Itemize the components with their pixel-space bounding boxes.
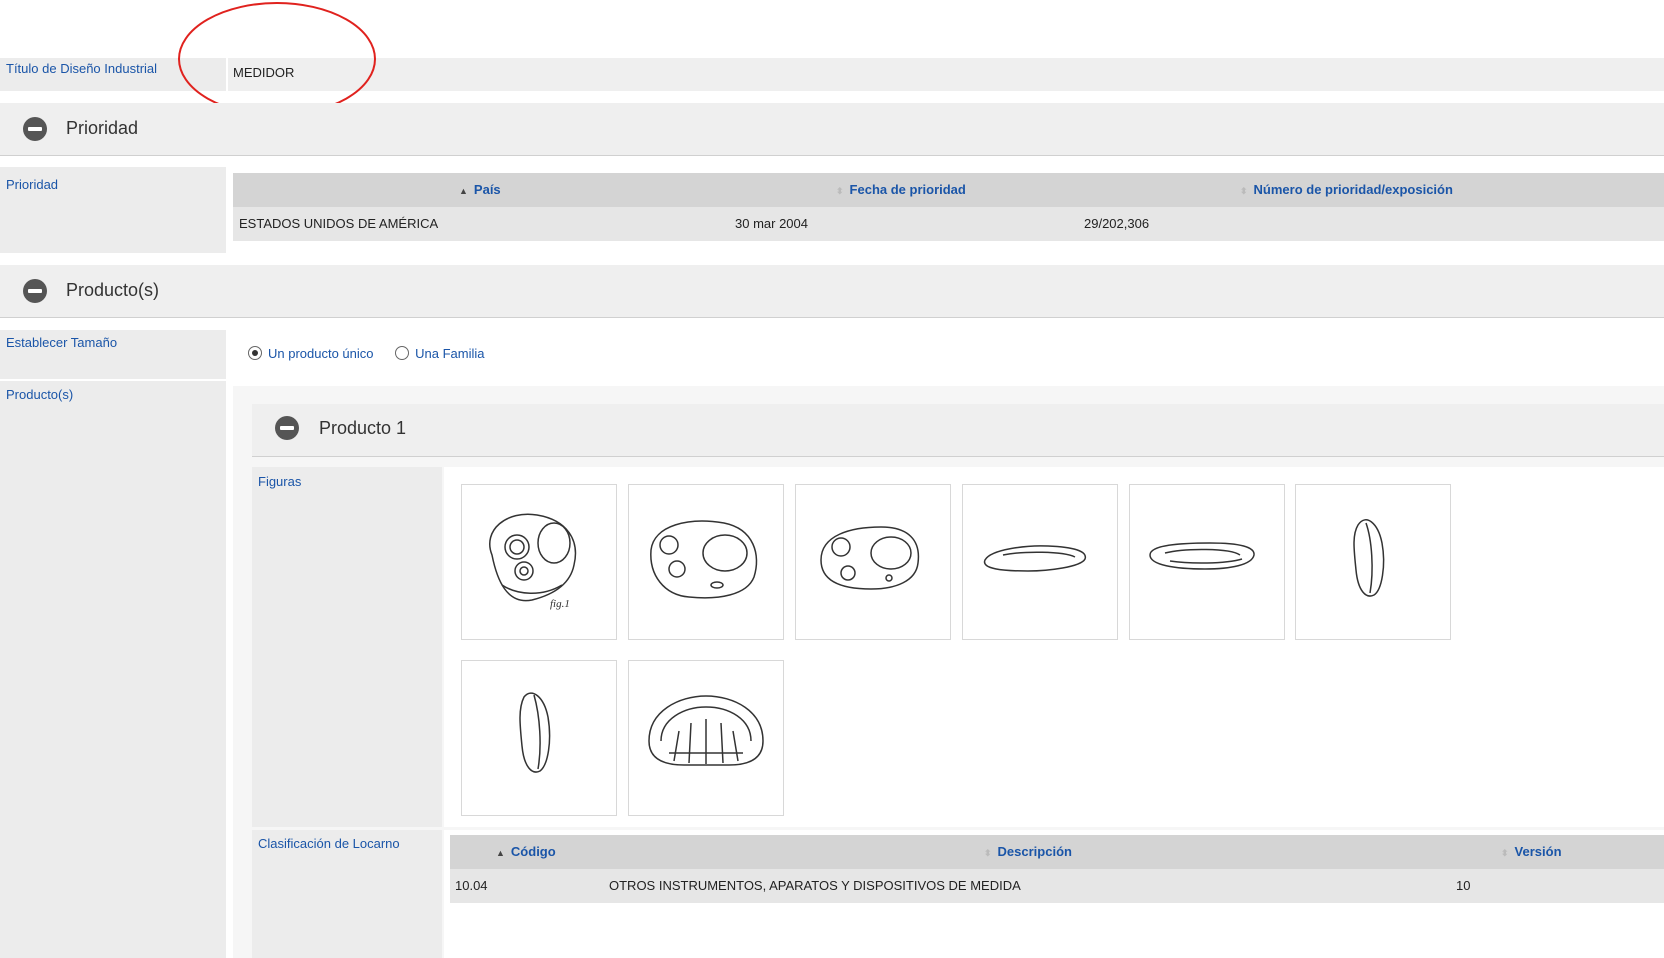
priority-section-header[interactable]: Prioridad (0, 103, 1664, 156)
meter-profile-icon (519, 692, 551, 773)
product-1-header[interactable]: Producto 1 (252, 404, 1664, 457)
figures-label-cell (252, 467, 442, 827)
sort-asc-icon: ▲ (459, 186, 468, 196)
meter-side-icon (820, 526, 920, 590)
figure-7[interactable] (461, 660, 617, 816)
sort-asc-icon: ▲ (496, 848, 505, 858)
priority-table-header: ▲ País ⬍ Fecha de prioridad ⬍ Número de pri… (233, 173, 1664, 207)
sort-icon: ⬍ (1240, 186, 1248, 196)
figure-4[interactable] (962, 484, 1118, 640)
radio-family[interactable]: Una Familia (395, 346, 485, 361)
column-header-fecha[interactable]: ⬍ Fecha de prioridad (836, 173, 966, 207)
cell-code: 10.04 (455, 878, 488, 893)
product-1-title: Producto 1 (319, 418, 407, 438)
meter-angle-icon (650, 520, 758, 599)
radio-unselected-icon[interactable] (395, 346, 410, 360)
column-header-numero[interactable]: ⬍ Número de prioridad/exposición (1240, 173, 1453, 207)
figure-3[interactable] (795, 484, 951, 640)
annotation-circle (178, 2, 376, 116)
priority-field-label: Prioridad (6, 177, 59, 192)
collapse-icon[interactable] (23, 117, 47, 141)
title-label: Título de Diseño Industrial (6, 61, 158, 76)
figure-1[interactable]: fig.1 (461, 484, 617, 640)
meter-back-icon (648, 695, 764, 766)
products-label-cell (0, 381, 226, 958)
products-section-title: Producto(s) (66, 280, 160, 300)
figure-8[interactable] (628, 660, 784, 816)
cell-date: 30 mar 2004 (735, 216, 808, 231)
collapse-icon[interactable] (275, 416, 299, 440)
figures-label: Figuras (258, 474, 302, 489)
size-label: Establecer Tamaño (6, 335, 118, 350)
table-row: 10.04 OTROS INSTRUMENTOS, APARATOS Y DIS… (450, 869, 1664, 903)
priority-section-title: Prioridad (66, 118, 139, 138)
products-section-header[interactable]: Producto(s) (0, 265, 1664, 318)
size-radio-group: Un producto único Una Familia (248, 346, 485, 361)
figure-2[interactable] (628, 484, 784, 640)
meter-front-icon: fig.1 (489, 513, 577, 610)
sort-icon: ⬍ (1501, 848, 1509, 858)
locarno-label: Clasificación de Locarno (258, 836, 400, 851)
meter-edge-icon (1149, 542, 1255, 570)
column-header-codigo[interactable]: ▲ Código (496, 835, 556, 869)
products-label: Producto(s) (6, 387, 74, 402)
figure-caption: fig.1 (550, 598, 570, 610)
cell-description: OTROS INSTRUMENTOS, APARATOS Y DISPOSITI… (609, 878, 1021, 893)
cell-country: ESTADOS UNIDOS DE AMÉRICA (239, 216, 439, 231)
collapse-icon[interactable] (23, 279, 47, 303)
figure-5[interactable] (1129, 484, 1285, 640)
figure-6[interactable] (1295, 484, 1451, 640)
column-header-pais[interactable]: ▲ País (459, 173, 501, 207)
sort-icon: ⬍ (984, 848, 992, 858)
cell-version: 10 (1456, 878, 1471, 893)
radio-selected-icon[interactable] (248, 346, 262, 360)
title-value-cell (228, 58, 1664, 91)
table-row: ESTADOS UNIDOS DE AMÉRICA 30 mar 2004 29… (233, 207, 1664, 241)
radio-single-product[interactable]: Un producto único (248, 346, 377, 361)
meter-profile-icon (1353, 519, 1385, 597)
locarno-table-header: ▲ Código ⬍ Descripción ⬍ Versión (450, 835, 1664, 869)
column-header-version[interactable]: ⬍ Versión (1501, 835, 1562, 869)
sort-icon: ⬍ (836, 186, 844, 196)
cell-number: 29/202,306 (1084, 216, 1150, 231)
column-header-descripcion[interactable]: ⬍ Descripción (984, 835, 1072, 869)
meter-flat-icon (983, 545, 1087, 572)
